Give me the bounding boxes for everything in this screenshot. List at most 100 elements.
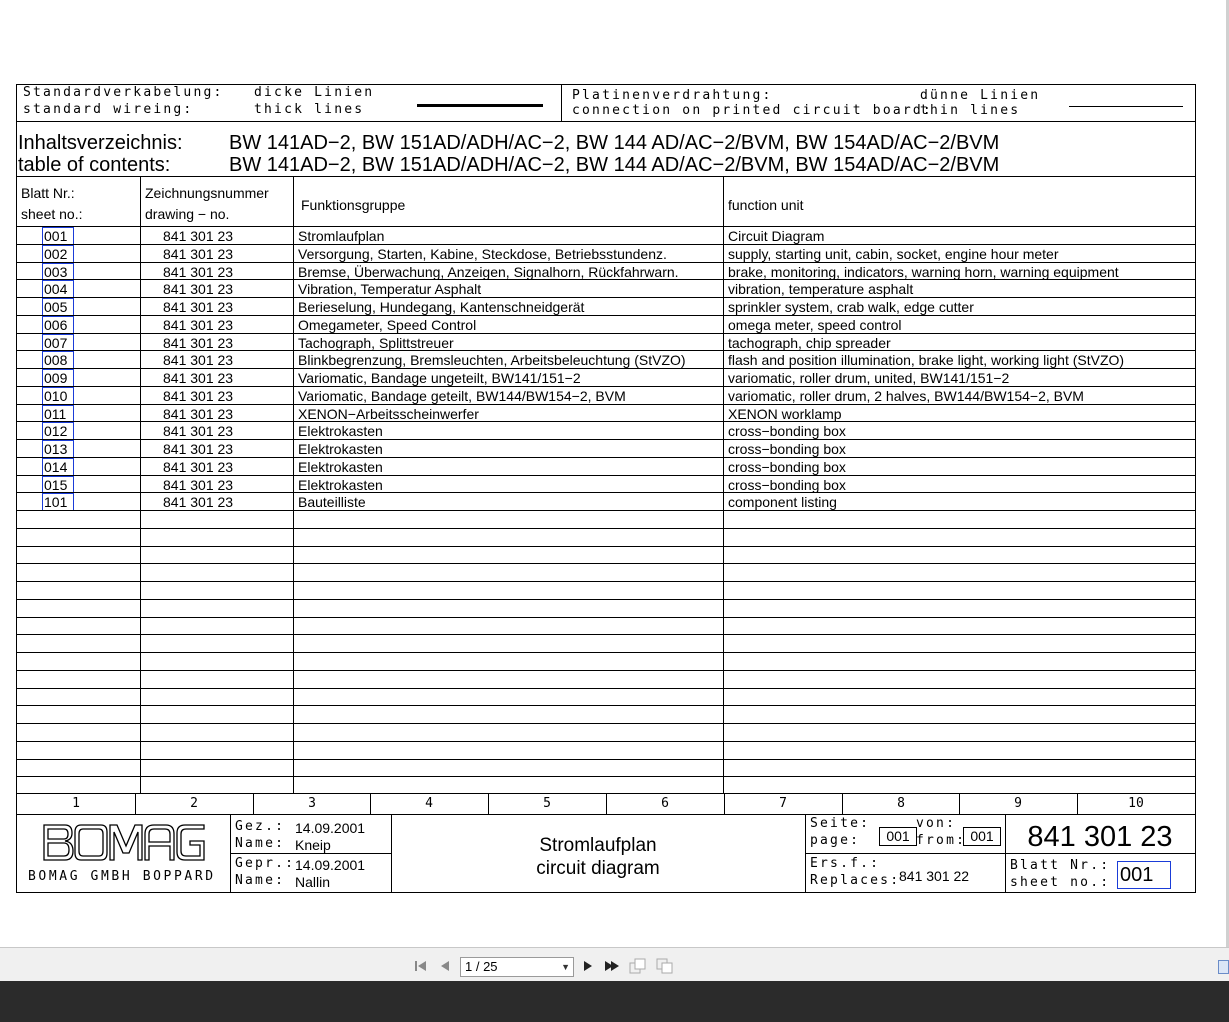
function-de-cell: Elektrokasten bbox=[298, 441, 383, 457]
chevron-down-icon: ▼ bbox=[561, 962, 570, 972]
row-rule bbox=[17, 705, 1195, 706]
function-de-cell: Variomatic, Bandage ungeteilt, BW141/151… bbox=[298, 370, 581, 386]
function-en-cell: flash and position illumination, brake l… bbox=[728, 352, 1125, 368]
function-de-cell: Elektrokasten bbox=[298, 459, 383, 475]
sheet-number[interactable]: 002 bbox=[44, 246, 67, 262]
drawing-number-cell: 841 301 23 bbox=[163, 423, 234, 439]
column-number: 1 bbox=[72, 796, 80, 811]
sheet-number[interactable]: 101 bbox=[44, 494, 67, 510]
row-rule bbox=[17, 599, 1195, 600]
paste-icon[interactable] bbox=[656, 958, 674, 977]
col-divider-3 bbox=[723, 176, 724, 793]
drawing-number-cell: 841 301 23 bbox=[163, 299, 234, 315]
toc-label-en: table of contents: bbox=[18, 154, 171, 176]
gepr-label: Gepr.: bbox=[235, 856, 296, 871]
drawing-number-cell: 841 301 23 bbox=[163, 477, 234, 493]
row-rule bbox=[17, 386, 1195, 387]
header-sheet-de: Blatt Nr.: bbox=[21, 185, 75, 201]
bottom-dark-bar bbox=[0, 981, 1229, 1022]
drawing-number-cell: 841 301 23 bbox=[163, 317, 234, 333]
drawing-number-cell: 841 301 23 bbox=[163, 494, 234, 510]
sheet-number[interactable]: 010 bbox=[44, 388, 67, 404]
function-en-cell: vibration, temperature asphalt bbox=[728, 281, 914, 297]
page-select[interactable]: 1 / 25 ▼ bbox=[460, 957, 574, 977]
row-rule bbox=[17, 634, 1195, 635]
function-en-cell: variomatic, roller drum, 2 halves, BW144… bbox=[728, 388, 1084, 404]
function-en-cell: omega meter, speed control bbox=[728, 317, 902, 333]
first-page-icon[interactable] bbox=[413, 958, 429, 977]
tb-divider-names bbox=[230, 853, 391, 854]
row-rule bbox=[17, 723, 1195, 724]
row-rule bbox=[17, 563, 1195, 564]
row-rule bbox=[17, 581, 1195, 582]
drawing-number-cell: 841 301 23 bbox=[163, 370, 234, 386]
function-de-cell: Elektrokasten bbox=[298, 423, 383, 439]
from-label: from: bbox=[916, 833, 967, 848]
sheet-number[interactable]: 004 bbox=[44, 281, 67, 297]
thin-line-sample bbox=[1069, 106, 1183, 107]
prev-page-icon[interactable] bbox=[437, 958, 453, 977]
last-page-icon[interactable] bbox=[603, 958, 621, 977]
legend-thick-de: dicke Linien bbox=[254, 85, 375, 100]
header-function-en: function unit bbox=[728, 197, 804, 213]
sheet-number[interactable]: 008 bbox=[44, 352, 67, 368]
sheet-number[interactable]: 014 bbox=[44, 459, 67, 475]
sheet-number[interactable]: 006 bbox=[44, 317, 67, 333]
function-de-cell: Bauteilliste bbox=[298, 494, 366, 510]
schematic-sheet: Standardverkabelung: standard wireing: d… bbox=[16, 84, 1196, 893]
row-rule bbox=[17, 421, 1195, 422]
row-rule bbox=[17, 492, 1195, 493]
row-rule bbox=[17, 617, 1195, 618]
replaces-label: Replaces: bbox=[810, 873, 901, 888]
column-strip-bottom bbox=[17, 814, 1195, 815]
function-en-cell: cross−bonding box bbox=[728, 441, 846, 457]
column-number: 2 bbox=[190, 796, 198, 811]
function-en-cell: variomatic, roller drum, united, BW141/1… bbox=[728, 370, 1010, 386]
sheet-number[interactable]: 001 bbox=[44, 228, 67, 244]
gepr-date: 14.09.2001 bbox=[295, 857, 366, 873]
sheet-number[interactable]: 013 bbox=[44, 441, 67, 457]
legend-thick-en: thick lines bbox=[254, 102, 365, 117]
row-rule bbox=[17, 297, 1195, 298]
sheet-number[interactable]: 003 bbox=[44, 264, 67, 280]
function-en-cell: cross−bonding box bbox=[728, 477, 846, 493]
sheet-number[interactable]: 015 bbox=[44, 477, 67, 493]
row-rule bbox=[17, 741, 1195, 742]
sheet-number[interactable]: 007 bbox=[44, 335, 67, 351]
next-page-icon[interactable] bbox=[580, 958, 596, 977]
row-rule bbox=[17, 315, 1195, 316]
page-number-box: 001 bbox=[879, 827, 917, 846]
row-rule bbox=[17, 652, 1195, 653]
legend-thin-en: thin lines bbox=[920, 103, 1021, 118]
copy-icon[interactable] bbox=[629, 958, 647, 977]
row-rule bbox=[17, 350, 1195, 351]
column-strip-divider bbox=[488, 793, 489, 814]
row-rule bbox=[17, 404, 1195, 405]
drawing-number-cell: 841 301 23 bbox=[163, 281, 234, 297]
sheet-number[interactable]: 005 bbox=[44, 299, 67, 315]
function-en-cell: Circuit Diagram bbox=[728, 228, 825, 244]
sheet-label: sheet no.: bbox=[1010, 875, 1111, 890]
row-rule bbox=[17, 333, 1195, 334]
sheet-number[interactable]: 012 bbox=[44, 423, 67, 439]
drawing-number-cell: 841 301 23 bbox=[163, 406, 234, 422]
toc-models-de: BW 141AD−2, BW 151AD/ADH/AC−2, BW 144 AD… bbox=[229, 132, 1000, 154]
sidebar-toggle-icon[interactable] bbox=[1218, 960, 1229, 974]
sheet-number[interactable]: 009 bbox=[44, 370, 67, 386]
legend-pcb-en: connection on printed circuit board: bbox=[572, 103, 933, 118]
blatt-label: Blatt Nr.: bbox=[1010, 858, 1111, 873]
page-label: page: bbox=[810, 833, 861, 848]
sheet-number[interactable]: 011 bbox=[44, 406, 66, 422]
function-de-cell: Omegameter, Speed Control bbox=[298, 317, 477, 333]
checker-name: Nallin bbox=[295, 874, 331, 890]
column-strip-divider bbox=[370, 793, 371, 814]
header-drawing-de: Zeichnungsnummer bbox=[145, 185, 269, 201]
row-rule bbox=[17, 475, 1195, 476]
function-de-cell: Variomatic, Bandage geteilt, BW144/BW154… bbox=[298, 388, 626, 404]
drawing-number: 841 301 23 bbox=[1027, 821, 1173, 853]
row-rule bbox=[17, 528, 1195, 529]
row-rule bbox=[17, 368, 1195, 369]
function-de-cell: Berieselung, Hundegang, Kantenschneidger… bbox=[298, 299, 585, 315]
drawing-number-cell: 841 301 23 bbox=[163, 388, 234, 404]
header-drawing-en: drawing − no. bbox=[145, 206, 230, 222]
